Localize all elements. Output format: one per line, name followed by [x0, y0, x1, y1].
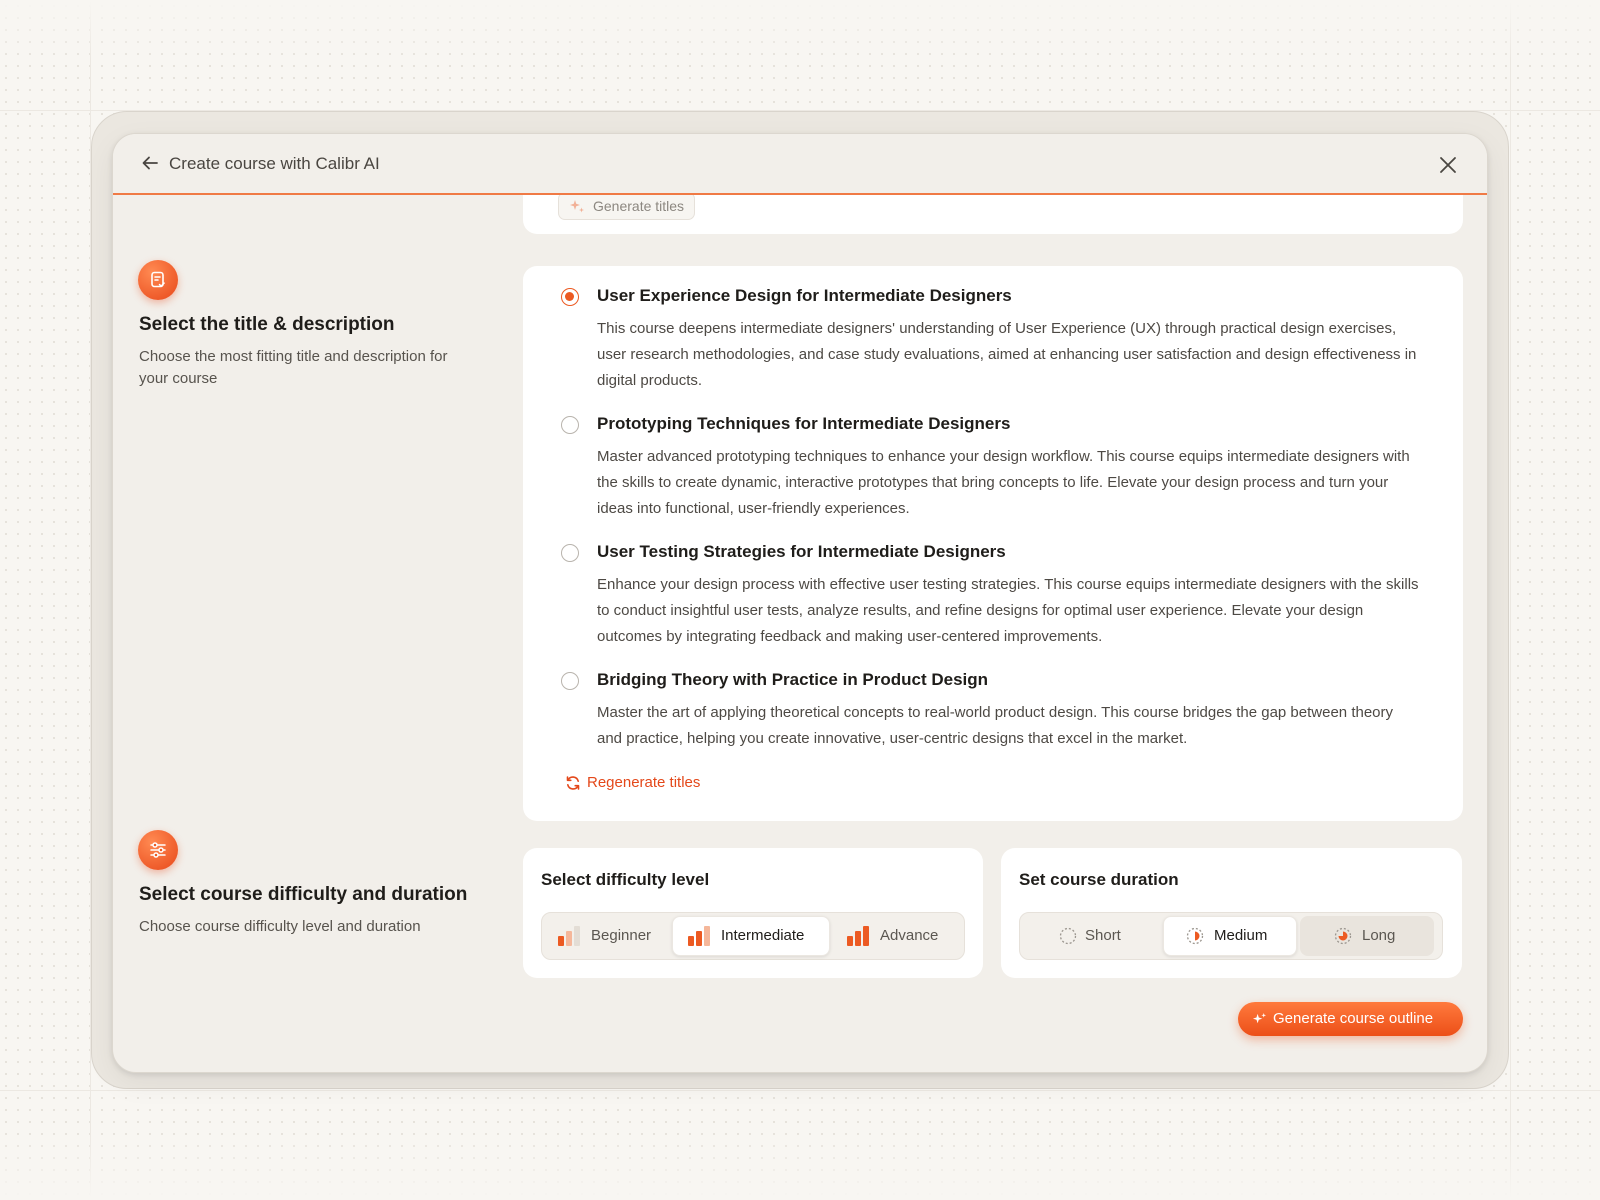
- clock-half-icon: [1186, 927, 1204, 945]
- duration-card: Set course duration Short Medium Long: [1001, 848, 1462, 978]
- duration-heading: Set course duration: [1019, 870, 1179, 889]
- difficulty-label: Intermediate: [721, 927, 805, 944]
- bars-high-icon: [847, 926, 869, 946]
- option-description: Enhance your design process with effecti…: [597, 576, 1419, 645]
- radio-unselected[interactable]: [561, 416, 579, 434]
- modal-title: Create course with Calibr AI: [169, 154, 380, 173]
- document-check-icon: [138, 260, 178, 300]
- section-title-heading: Select the title & description: [139, 314, 395, 335]
- difficulty-card: Select difficulty level Beginner Interme…: [523, 848, 983, 978]
- option-title: User Testing Strategies for Intermediate…: [597, 542, 1006, 561]
- difficulty-label: Beginner: [591, 927, 652, 944]
- section-difficulty-description: Choose course difficulty level and durat…: [139, 918, 421, 935]
- generate-titles-button[interactable]: Generate titles: [558, 192, 696, 220]
- difficulty-option-advance[interactable]: Advance: [834, 916, 962, 956]
- sparkle-icon: [1252, 1012, 1267, 1024]
- duration-label: Short: [1085, 927, 1121, 944]
- modal-header: Create course with Calibr AI: [113, 134, 1487, 195]
- radio-unselected[interactable]: [561, 544, 579, 562]
- generate-titles-label: Generate titles: [593, 198, 685, 214]
- duration-option-medium[interactable]: Medium: [1163, 916, 1297, 956]
- option-title: Prototyping Techniques for Intermediate …: [597, 414, 1011, 433]
- duration-segmented-control: Short Medium Long: [1019, 912, 1443, 960]
- duration-label: Long: [1362, 927, 1396, 944]
- difficulty-option-beginner[interactable]: Beginner: [545, 916, 669, 956]
- difficulty-label: Advance: [880, 927, 939, 944]
- generate-course-outline-label: Generate course outline: [1273, 1010, 1434, 1027]
- bars-medium-icon: [688, 926, 710, 946]
- option-description: This course deepens intermediate designe…: [597, 320, 1417, 389]
- clock-full-icon: [1334, 927, 1352, 945]
- duration-option-long[interactable]: Long: [1300, 916, 1434, 956]
- difficulty-segmented-control: Beginner Intermediate Advance: [541, 912, 965, 960]
- radio-selected[interactable]: [561, 288, 579, 306]
- arrow-left-icon[interactable]: [139, 152, 161, 174]
- bars-low-icon: [558, 926, 580, 946]
- sliders-icon: [138, 830, 178, 870]
- option-title: Bridging Theory with Practice in Product…: [597, 670, 989, 689]
- difficulty-heading: Select difficulty level: [541, 870, 710, 889]
- sparkle-icon: [570, 200, 584, 213]
- section-title-description: Choose the most fitting title and descri…: [139, 348, 448, 387]
- option-description: Master the art of applying theoretical c…: [597, 704, 1394, 747]
- refresh-icon: [566, 776, 580, 790]
- radio-unselected[interactable]: [561, 672, 579, 690]
- section-difficulty-heading: Select course difficulty and duration: [139, 884, 468, 905]
- option-description: Master advanced prototyping techniques t…: [597, 448, 1410, 517]
- titles-card: User Experience Design for Intermediate …: [523, 266, 1463, 821]
- close-icon[interactable]: [1437, 154, 1459, 176]
- option-title: User Experience Design for Intermediate …: [597, 286, 1012, 305]
- duration-option-short[interactable]: Short: [1023, 916, 1160, 956]
- difficulty-option-intermediate[interactable]: Intermediate: [672, 916, 830, 956]
- generate-course-outline-button[interactable]: Generate course outline: [1238, 1002, 1463, 1036]
- create-course-modal: Create course with Calibr AI Generate ti…: [112, 133, 1488, 1073]
- clock-empty-icon: [1059, 927, 1077, 945]
- regenerate-titles-label: Regenerate titles: [587, 774, 701, 791]
- duration-label: Medium: [1214, 927, 1268, 944]
